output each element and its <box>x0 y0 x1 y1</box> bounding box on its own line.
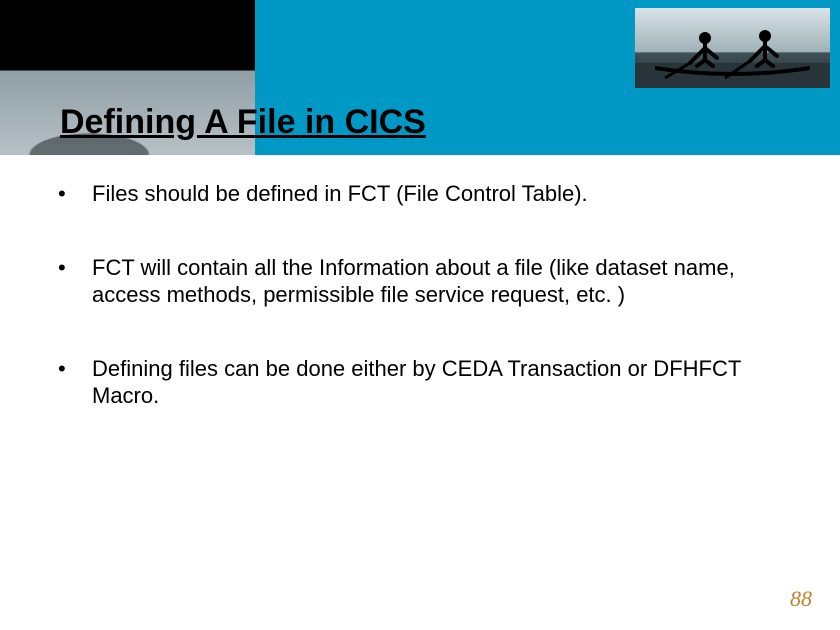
slide: Defining A File in CICS Files should be … <box>0 0 840 630</box>
bullet-item: FCT will contain all the Information abo… <box>52 254 782 309</box>
page-number: 88 <box>790 586 812 612</box>
banner-right-image <box>635 8 830 88</box>
bullet-item: Files should be defined in FCT (File Con… <box>52 180 782 208</box>
bullet-list: Files should be defined in FCT (File Con… <box>52 180 782 410</box>
slide-body: Files should be defined in FCT (File Con… <box>52 180 782 456</box>
bullet-item: Defining files can be done either by CED… <box>52 355 782 410</box>
rowers-silhouette-icon <box>635 8 830 88</box>
slide-title: Defining A File in CICS <box>60 103 426 142</box>
